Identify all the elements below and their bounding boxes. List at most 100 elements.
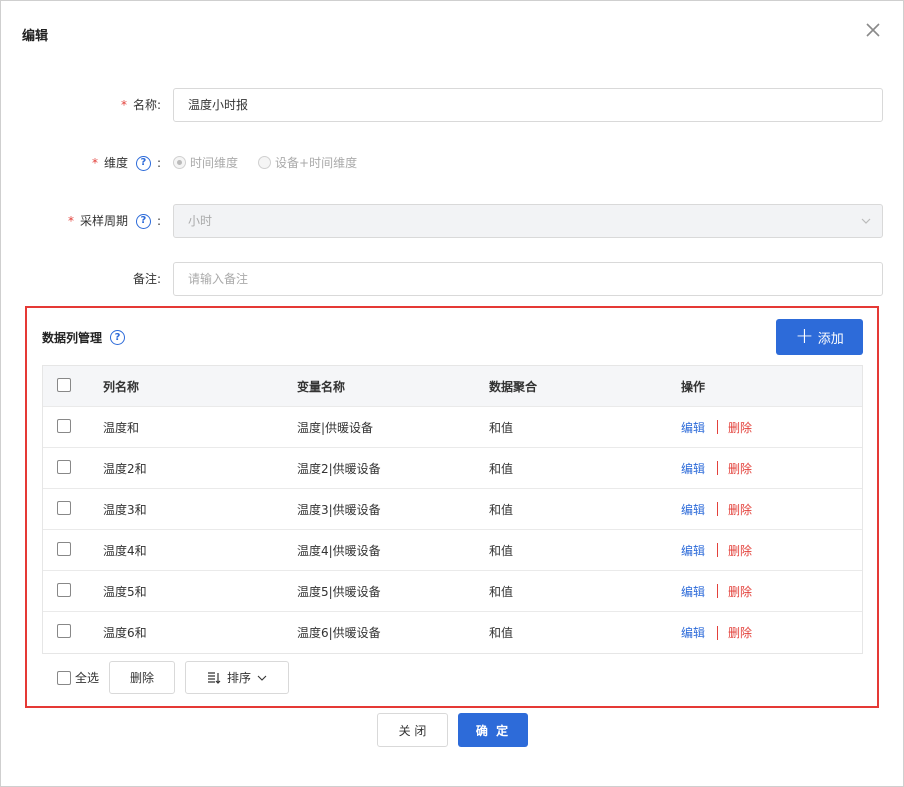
cell-column-name: 温度4和 — [103, 543, 147, 558]
radio-device-time-dimension[interactable]: 设备+时间维度 — [258, 154, 357, 171]
select-all-checkbox[interactable]: 全选 — [57, 669, 99, 686]
edit-link[interactable]: 编辑 — [681, 624, 705, 641]
divider — [717, 543, 719, 557]
radio-checked-icon — [173, 156, 186, 169]
table-header: 列名称 变量名称 数据聚合 操作 — [43, 366, 862, 407]
delete-link[interactable]: 删除 — [728, 542, 752, 559]
checkbox-icon — [57, 670, 71, 685]
delete-link[interactable]: 删除 — [728, 419, 752, 436]
dimension-radio-group: 时间维度 设备+时间维度 — [173, 154, 357, 171]
delete-link[interactable]: 删除 — [728, 583, 752, 600]
help-icon[interactable]: ? — [110, 330, 126, 345]
chevron-down-icon — [861, 218, 871, 224]
radio-time-dimension[interactable]: 时间维度 — [173, 154, 238, 171]
row-checkbox[interactable] — [57, 624, 71, 638]
cell-aggregation: 和值 — [489, 420, 514, 435]
section-title: 数据列管理 ? — [42, 329, 131, 346]
colon: : — [156, 156, 161, 170]
close-button[interactable]: 关 闭 — [377, 713, 448, 747]
divider — [717, 461, 719, 475]
select-all-label: 全选 — [75, 671, 100, 685]
sort-label: 排序 — [227, 671, 252, 685]
table-row: 温度3和 温度3|供暖设备 和值 编辑 删除 — [43, 489, 862, 530]
cell-aggregation: 和值 — [489, 461, 514, 476]
table-row: 温度6和 温度6|供暖设备 和值 编辑 删除 — [43, 612, 862, 653]
required-mark: * — [67, 214, 74, 228]
cell-variable-name: 温度2|供暖设备 — [297, 461, 381, 476]
edit-link[interactable]: 编辑 — [681, 460, 705, 477]
colon: : — [156, 214, 161, 228]
header-variable-name: 变量名称 — [297, 379, 346, 394]
cell-variable-name: 温度6|供暖设备 — [297, 626, 381, 640]
delete-link[interactable]: 删除 — [728, 460, 752, 477]
row-checkbox[interactable] — [57, 582, 71, 597]
cell-aggregation: 和值 — [489, 626, 514, 640]
cell-aggregation: 和值 — [489, 543, 514, 558]
period-select[interactable]: 小时 — [173, 204, 883, 238]
cell-operations: 编辑 删除 — [681, 624, 861, 641]
columns-table: 列名称 变量名称 数据聚合 操作 温度和 温度|供暖设备 和值 编辑 删除 温度2和 温度2… — [42, 365, 863, 654]
row-checkbox[interactable] — [57, 418, 71, 433]
cell-operations: 编辑 删除 — [681, 419, 861, 436]
cell-aggregation: 和值 — [489, 584, 514, 599]
cell-column-name: 温度5和 — [103, 584, 147, 599]
cell-column-name: 温度2和 — [103, 461, 147, 476]
radio-unchecked-icon — [258, 156, 272, 169]
dimension-label-text: 维度 — [103, 156, 128, 170]
cell-aggregation: 和值 — [489, 502, 514, 517]
edit-link[interactable]: 编辑 — [681, 501, 705, 518]
name-input[interactable]: 温度小时报 — [173, 88, 883, 122]
cell-operations: 编辑 删除 — [681, 542, 861, 559]
edit-link[interactable]: 编辑 — [681, 419, 705, 436]
name-label: * 名称: — [91, 88, 161, 122]
remark-label: 备注: — [91, 262, 161, 296]
header-checkbox[interactable] — [57, 377, 71, 392]
cell-variable-name: 温度4|供暖设备 — [297, 543, 381, 558]
section-title-text: 数据列管理 — [42, 331, 103, 345]
cell-variable-name: 温度3|供暖设备 — [297, 502, 381, 517]
header-column-name: 列名称 — [103, 379, 140, 394]
cell-column-name: 温度3和 — [103, 502, 147, 517]
divider — [717, 625, 719, 640]
help-icon[interactable]: ? — [135, 155, 151, 171]
name-label-text: 名称: — [132, 98, 161, 112]
table-row: 温度5和 温度5|供暖设备 和值 编辑 删除 — [43, 571, 862, 612]
header-operation: 操作 — [681, 379, 706, 394]
delete-link[interactable]: 删除 — [728, 624, 752, 641]
sort-button[interactable]: 排序 — [185, 661, 290, 694]
table-row: 温度4和 温度4|供暖设备 和值 编辑 删除 — [43, 530, 862, 571]
divider — [717, 420, 719, 434]
remark-input[interactable]: 请输入备注 — [173, 262, 883, 296]
chevron-down-icon — [257, 675, 267, 681]
edit-link[interactable]: 编辑 — [681, 583, 705, 600]
edit-link[interactable]: 编辑 — [681, 542, 705, 559]
close-icon[interactable] — [863, 21, 883, 41]
table-row: 温度和 温度|供暖设备 和值 编辑 删除 — [43, 407, 862, 448]
table-footer: 全选 删除 排序 — [57, 661, 290, 694]
cell-operations: 编辑 删除 — [681, 583, 861, 600]
table-row: 温度2和 温度2|供暖设备 和值 编辑 删除 — [43, 448, 862, 489]
confirm-button[interactable]: 确 定 — [458, 713, 528, 747]
cell-column-name: 温度6和 — [103, 626, 147, 640]
dialog-title: 编辑 — [22, 29, 49, 44]
table-body: 温度和 温度|供暖设备 和值 编辑 删除 温度2和 温度2|供暖设备 和值 编辑 删除 温度3和 温度… — [43, 407, 862, 653]
add-button[interactable]: + 添加 — [776, 319, 863, 355]
remark-placeholder: 请输入备注 — [188, 272, 249, 286]
cell-operations: 编辑 删除 — [681, 501, 861, 518]
batch-delete-button[interactable]: 删除 — [109, 661, 176, 694]
row-checkbox[interactable] — [57, 459, 71, 474]
delete-link[interactable]: 删除 — [728, 501, 752, 518]
row-checkbox[interactable] — [57, 541, 71, 556]
confirm-button-label: 确 定 — [475, 723, 511, 738]
divider — [717, 584, 719, 598]
remark-label-text: 备注: — [132, 272, 161, 286]
required-mark: * — [91, 156, 98, 170]
plus-icon: + — [795, 324, 814, 349]
sort-icon — [208, 671, 221, 684]
edit-dialog: 编辑 * 名称: 温度小时报 * 维度 ? : 时间维度 设备+时间维度 * 采… — [0, 0, 904, 787]
cell-variable-name: 温度|供暖设备 — [297, 420, 374, 435]
help-icon[interactable]: ? — [135, 213, 151, 229]
cell-operations: 编辑 删除 — [681, 460, 861, 477]
name-input-value: 温度小时报 — [188, 98, 249, 112]
row-checkbox[interactable] — [57, 500, 71, 515]
